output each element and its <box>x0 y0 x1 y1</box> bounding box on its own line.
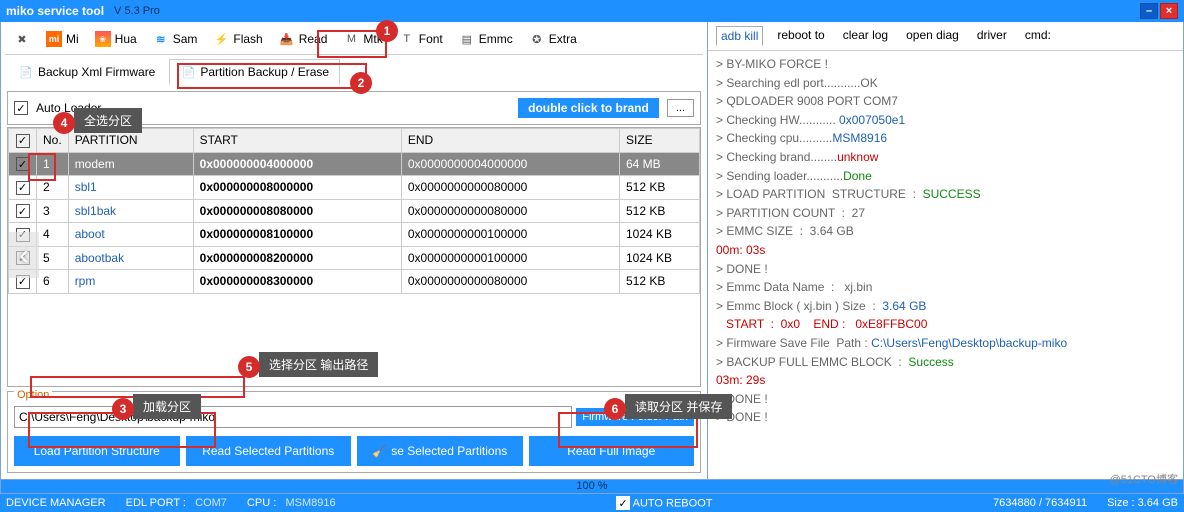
browse-button[interactable]: ... <box>667 99 694 117</box>
tab-partition-backup-erase[interactable]: 📄 Partition Backup / Erase <box>169 59 340 85</box>
status-size: Size : 3.64 GB <box>1107 497 1178 509</box>
toolbar-extra[interactable]: ✪Extra <box>522 28 584 50</box>
col-size: SIZE <box>620 129 700 153</box>
app-title: miko service tool <box>6 4 104 18</box>
toolbar-read[interactable]: 📥Read <box>272 28 335 50</box>
table-row[interactable]: 4 aboot 0x000000008100000 0x000000000010… <box>9 223 700 247</box>
watermark: @51CTO博客 <box>1110 471 1178 487</box>
hua-icon: ❀ <box>95 31 111 47</box>
right-tab-adb-kill[interactable]: adb kill <box>716 26 763 46</box>
erase-selected-partitions-button[interactable]: 🧹se Selected Partitions <box>357 436 523 466</box>
hint-4: 全选分区 <box>74 108 142 133</box>
table-row[interactable]: 1 modem 0x000000004000000 0x000000000400… <box>9 152 700 176</box>
row-checkbox[interactable] <box>16 157 30 171</box>
toolbar-mi[interactable]: miMi <box>39 28 86 50</box>
double-click-brand-button[interactable]: double click to brand <box>518 98 659 118</box>
auto-reboot-check[interactable]: AUTO REBOOT <box>616 496 712 510</box>
right-tab-driver[interactable]: driver <box>973 26 1011 46</box>
right-tab-open-diag[interactable]: open diag <box>902 26 963 46</box>
row-checkbox[interactable] <box>16 204 30 218</box>
toolbar-font[interactable]: TFont <box>392 28 450 50</box>
read-icon: 📥 <box>279 31 295 47</box>
flash-icon: ⚡ <box>213 31 229 47</box>
right-pane: adb kill reboot to clear log open diag drive… <box>708 22 1184 480</box>
wrench-icon: ✖ <box>14 31 30 47</box>
toolbar-hua[interactable]: ❀Hua <box>88 28 144 50</box>
tab-backup-xml[interactable]: 📄 Backup Xml Firmware <box>7 59 166 85</box>
hint-5: 选择分区 输出路径 <box>259 352 378 377</box>
auto-loader-checkbox[interactable] <box>14 101 28 115</box>
progress-bar: 100 % <box>0 480 1184 494</box>
toolbar-emmc[interactable]: ▤Emmc <box>452 28 520 50</box>
status-device-manager[interactable]: DEVICE MANAGER <box>6 497 106 509</box>
close-button[interactable]: × <box>1160 3 1178 19</box>
log-output: > BY-MIKO FORCE !> Searching edl port...… <box>708 51 1183 479</box>
extra-icon: ✪ <box>529 31 545 47</box>
carousel-prev-icon[interactable]: ‹ <box>9 232 39 278</box>
table-row[interactable]: 5 abootbak 0x000000008200000 0x000000000… <box>9 246 700 270</box>
read-full-image-button[interactable]: Read Full Image <box>529 436 695 466</box>
load-partition-structure-button[interactable]: Load Partition Structure <box>14 436 180 466</box>
option-title: Option <box>14 389 52 401</box>
toolbar-sam[interactable]: ≋Sam <box>146 28 205 50</box>
main-toolbar: ✖miMi❀Hua≋Sam⚡Flash📥ReadMMtkTFont▤Emmc✪E… <box>5 24 703 55</box>
select-all-checkbox[interactable] <box>16 134 30 148</box>
read-selected-partitions-button[interactable]: Read Selected Partitions <box>186 436 352 466</box>
right-tabs: adb kill reboot to clear log open diag drive… <box>708 22 1183 51</box>
table-row[interactable]: 3 sbl1bak 0x000000008080000 0x0000000000… <box>9 199 700 223</box>
font-icon: T <box>399 31 415 47</box>
mtk-icon: M <box>343 31 359 47</box>
mi-icon: mi <box>46 31 62 47</box>
hint-6: 读取分区 并保存 <box>625 394 732 419</box>
table-row[interactable]: 2 sbl1 0x000000008000000 0x0000000000080… <box>9 176 700 200</box>
right-tab-cmd:[interactable]: cmd: <box>1021 26 1055 46</box>
option-box: Option Firmware Folder Path Load Partiti… <box>7 391 701 473</box>
erase-label: se Selected Partitions <box>391 444 507 458</box>
callout-4: 4 <box>53 112 75 134</box>
toolbar-flash[interactable]: ⚡Flash <box>206 28 269 50</box>
partition-table: No. PARTITION START END SIZE 1 modem 0x0… <box>7 127 701 387</box>
hint-3: 加载分区 <box>133 394 201 419</box>
callout-6: 6 <box>604 398 626 420</box>
right-tab-clear-log[interactable]: clear log <box>839 26 892 46</box>
app-version: V 5.3 Pro <box>114 5 160 17</box>
sam-icon: ≋ <box>153 31 169 47</box>
right-tab-reboot-to[interactable]: reboot to <box>773 26 828 46</box>
toolbar-wrench[interactable]: ✖ <box>7 28 37 50</box>
status-bar: DEVICE MANAGER EDL PORT : COM7 CPU : MSM… <box>0 494 1184 512</box>
col-start: START <box>193 129 401 153</box>
output-path-input[interactable] <box>14 406 572 428</box>
col-end: END <box>401 129 619 153</box>
row-checkbox[interactable] <box>16 181 30 195</box>
emmc-icon: ▤ <box>459 31 475 47</box>
callout-5: 5 <box>238 356 260 378</box>
callout-1: 1 <box>376 20 398 42</box>
callout-3: 3 <box>112 398 134 420</box>
doc-icon: 📄 <box>180 64 196 80</box>
loader-path-input[interactable] <box>109 98 510 118</box>
doc-icon: 📄 <box>18 64 34 80</box>
status-counts: 7634880 / 7634911 <box>993 497 1087 509</box>
titlebar: miko service tool V 5.3 Pro – × <box>0 0 1184 22</box>
callout-2: 2 <box>350 72 372 94</box>
minimize-button[interactable]: – <box>1140 3 1158 19</box>
table-row[interactable]: 6 rpm 0x000000008300000 0x00000000000800… <box>9 270 700 294</box>
